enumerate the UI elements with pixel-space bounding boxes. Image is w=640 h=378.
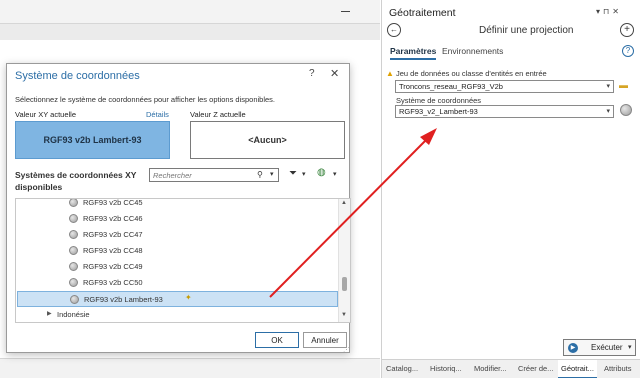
globe-icon [70, 295, 79, 304]
tree-group-label: Indonésie [57, 310, 90, 319]
scroll-thumb[interactable] [342, 277, 347, 291]
available-systems-heading: Systèmes de coordonnées XY disponibles [15, 170, 137, 192]
tree-item-label: RGF93 v2b CC45 [83, 198, 143, 207]
dialog-title: Système de coordonnées [15, 70, 140, 82]
globe-icon[interactable] [620, 104, 632, 116]
tree-item-label: RGF93 v2b CC50 [83, 278, 143, 287]
chevron-down-icon[interactable]: ▾ [606, 107, 610, 115]
current-z-value: <Aucun> [248, 135, 287, 145]
help-icon[interactable]: ? [622, 45, 634, 57]
coordinate-systems-tree[interactable]: RGF93 v2b CC45 RGF93 v2b CC46 RGF93 v2b … [15, 198, 351, 323]
favorite-star-icon[interactable]: ✦ [185, 293, 192, 302]
coordinate-system-field[interactable]: RGF93_v2_Lambert-93 ▾ [395, 105, 614, 118]
tree-item-label: RGF93 v2b CC48 [83, 246, 143, 255]
ok-button[interactable]: OK [255, 332, 299, 348]
expand-caret-icon[interactable]: ▶ [47, 310, 52, 317]
play-icon: ▶ [568, 343, 578, 353]
current-xy-value: RGF93 v2b Lambert-93 [43, 135, 142, 145]
tree-item[interactable]: RGF93 v2b CC46 [17, 211, 338, 227]
close-icon[interactable]: ✕ [612, 7, 622, 16]
pane-controls: ▾⊓✕ [596, 7, 622, 16]
scroll-up-icon[interactable]: ▲ [341, 200, 347, 206]
chevron-down-icon[interactable]: ▾ [596, 7, 603, 16]
scroll-down-icon[interactable]: ▼ [341, 312, 347, 318]
tab-attributes[interactable]: Attributs [604, 364, 632, 373]
tree-item[interactable]: RGF93 v2b CC49 [17, 259, 338, 275]
current-z-box[interactable]: <Aucun> [190, 121, 345, 159]
chevron-down-icon[interactable]: ▾ [606, 82, 610, 90]
search-icon[interactable]: ⚲ [257, 170, 263, 179]
run-label: Exécuter [591, 343, 623, 352]
background-status-strip [0, 358, 380, 378]
tree-item-selected[interactable]: RGF93 v2b Lambert-93 ✦ [17, 291, 338, 307]
globe-icon [69, 214, 78, 223]
details-link[interactable]: Détails [146, 110, 169, 119]
tree-item[interactable]: RGF93 v2b CC47 [17, 227, 338, 243]
tree-scrollbar[interactable]: ▲ ▼ [338, 199, 350, 322]
minimize-icon[interactable] [341, 11, 350, 12]
input-dataset-field[interactable]: Troncons_reseau_RGF93_V2b ▾ [395, 80, 614, 93]
run-button[interactable]: ▶ Exécuter ▾ [563, 339, 636, 356]
geoprocessing-pane: Géotraitement ▾⊓✕ ← Définir une projecti… [381, 0, 640, 378]
bottom-tab-bar: Catalog... Historiq... Modifier... Créer… [382, 359, 640, 378]
globe-icon [69, 278, 78, 287]
globe-icon [69, 262, 78, 271]
tree-item[interactable]: RGF93 v2b CC48 [17, 243, 338, 259]
tree-item[interactable]: RGF93 v2b CC50 [17, 275, 338, 291]
chevron-down-icon[interactable]: ▾ [270, 170, 274, 178]
folder-icon[interactable]: ▬ [619, 80, 628, 90]
add-icon[interactable]: + [620, 23, 634, 37]
coordinate-system-dialog: Système de coordonnées ? ✕ Sélectionnez … [6, 63, 351, 354]
tree-item-label: RGF93 v2b CC46 [83, 214, 143, 223]
back-arrow-icon[interactable]: ← [387, 23, 401, 37]
globe-icon [69, 246, 78, 255]
search-box[interactable]: ⚲ ▾ [149, 168, 279, 182]
help-icon[interactable]: ? [309, 68, 315, 79]
tree-group-row[interactable]: ▶ Indonésie [17, 307, 338, 322]
chevron-down-icon[interactable]: ▾ [333, 170, 337, 178]
pin-icon[interactable]: ⊓ [603, 7, 612, 16]
coordinate-system-label: Système de coordonnées [396, 96, 482, 105]
background-title-bar [0, 0, 380, 24]
tree-item[interactable]: RGF93 v2b CC45 [17, 198, 338, 211]
tool-name: Définir une projection [479, 25, 574, 36]
dialog-instructions: Sélectionnez le système de coordonnées p… [15, 95, 276, 104]
warning-icon: ▲ [386, 69, 394, 78]
tab-parameters[interactable]: Paramètres [390, 46, 437, 60]
cancel-button[interactable]: Annuler [303, 332, 347, 348]
coordinate-system-value: RGF93_v2_Lambert-93 [399, 107, 478, 116]
filter-icon[interactable]: ⏷ [289, 168, 297, 179]
tab-catalog[interactable]: Catalog... [386, 364, 418, 373]
input-dataset-label: Jeu de données ou classe d'entités en en… [396, 69, 547, 78]
chevron-down-icon[interactable]: ▾ [302, 170, 306, 178]
globe-icon [69, 199, 78, 207]
tab-environments[interactable]: Environnements [442, 46, 503, 56]
tab-geoprocessing[interactable]: Géotrait... [558, 360, 597, 378]
current-xy-label: Valeur XY actuelle [15, 110, 77, 119]
pane-title: Géotraitement [389, 7, 456, 19]
input-dataset-value: Troncons_reseau_RGF93_V2b [399, 82, 503, 91]
tab-create[interactable]: Créer de... [518, 364, 553, 373]
tab-modify[interactable]: Modifier... [474, 364, 507, 373]
background-ribbon [0, 24, 380, 40]
close-icon[interactable]: ✕ [330, 67, 339, 80]
tree-item-label: RGF93 v2b CC47 [83, 230, 143, 239]
globe-icon[interactable]: ◍ [317, 167, 326, 178]
tree-item-label: RGF93 v2b Lambert-93 [84, 295, 163, 304]
search-input[interactable] [153, 170, 253, 181]
current-z-label: Valeur Z actuelle [190, 110, 246, 119]
resize-grip-icon[interactable]: ⋰ [343, 346, 350, 354]
tab-history[interactable]: Historiq... [430, 364, 462, 373]
current-xy-box[interactable]: RGF93 v2b Lambert-93 [15, 121, 170, 159]
globe-icon [69, 230, 78, 239]
chevron-down-icon[interactable]: ▾ [628, 343, 632, 351]
tree-item-label: RGF93 v2b CC49 [83, 262, 143, 271]
